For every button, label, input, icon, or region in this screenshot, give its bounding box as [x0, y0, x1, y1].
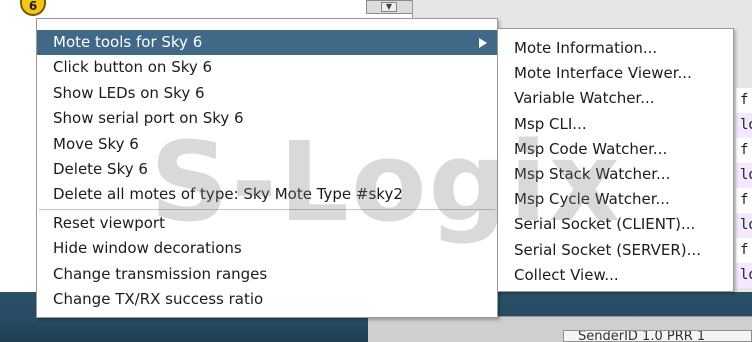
log-line: f	[740, 242, 749, 258]
log-line: f	[740, 142, 749, 158]
menu-item-label: Hide window decorations	[53, 239, 242, 258]
menu-item-label: Move Sky 6	[53, 134, 139, 153]
log-line: f	[740, 92, 749, 108]
log-line: lo	[736, 163, 752, 188]
menu-item-move-mote[interactable]: Move Sky 6	[37, 132, 497, 157]
menu-item-reset-viewport[interactable]: Reset viewport	[37, 211, 497, 236]
log-line: f	[740, 192, 749, 208]
mote-tools-submenu: Mote Information... Mote Interface Viewe…	[497, 28, 734, 292]
menu-item-hide-window-decorations[interactable]: Hide window decorations	[37, 236, 497, 261]
menu-item-change-txrx-success-ratio[interactable]: Change TX/RX success ratio	[37, 287, 497, 312]
menu-item-click-button[interactable]: Click button on Sky 6	[37, 55, 497, 80]
menu-item-label: Click button on Sky 6	[53, 58, 213, 77]
menu-item-label: Collect View...	[514, 265, 619, 284]
submenu-item-msp-cycle-watcher[interactable]: Msp Cycle Watcher...	[498, 187, 733, 212]
submenu-item-msp-code-watcher[interactable]: Msp Code Watcher...	[498, 137, 733, 162]
scroll-down-arrow-icon[interactable]: ▼	[381, 2, 397, 12]
log-listener: f lo f lo f lo f lo f	[736, 88, 752, 308]
submenu-item-msp-stack-watcher[interactable]: Msp Stack Watcher...	[498, 162, 733, 187]
menu-item-label: Msp Code Watcher...	[514, 139, 668, 158]
menu-item-label: Change TX/RX success ratio	[53, 289, 264, 308]
mote-context-menu: Mote tools for Sky 6 Click button on Sky…	[36, 18, 498, 318]
menu-item-delete-mote[interactable]: Delete Sky 6	[37, 157, 497, 182]
menu-item-label: Msp Cycle Watcher...	[514, 190, 670, 209]
menu-item-label: Delete all motes of type: Sky Mote Type …	[53, 185, 403, 204]
submenu-item-serial-socket-server[interactable]: Serial Socket (SERVER)...	[498, 238, 733, 263]
menu-item-label: Serial Socket (SERVER)...	[514, 240, 701, 259]
log-line: lo	[736, 213, 752, 238]
menu-item-label: Change transmission ranges	[53, 264, 268, 283]
menu-item-label: Mote tools for Sky 6	[53, 33, 203, 51]
menu-item-label: Reset viewport	[53, 213, 165, 232]
log-line: lo	[736, 113, 752, 138]
menu-item-label: Variable Watcher...	[514, 89, 655, 108]
menu-item-label: Msp Stack Watcher...	[514, 164, 671, 183]
submenu-item-mote-interface-viewer[interactable]: Mote Interface Viewer...	[498, 61, 733, 86]
menu-item-label: Show serial port on Sky 6	[53, 109, 244, 128]
submenu-item-mote-information[interactable]: Mote Information...	[498, 36, 733, 61]
menu-item-label: Mote Information...	[514, 39, 658, 57]
submenu-item-serial-socket-client[interactable]: Serial Socket (CLIENT)...	[498, 212, 733, 237]
menu-item-label: Mote Interface Viewer...	[514, 64, 692, 83]
status-bar: SenderID 1.0 PRR 1	[563, 330, 752, 342]
mote-node-6[interactable]: 6	[20, 0, 46, 16]
menu-item-mote-tools[interactable]: Mote tools for Sky 6	[37, 30, 497, 56]
menu-item-show-serial-port[interactable]: Show serial port on Sky 6	[37, 106, 497, 131]
horizontal-scrollbar[interactable]: ▼	[366, 0, 418, 14]
menu-separator	[39, 208, 495, 210]
submenu-arrow-icon	[479, 38, 487, 48]
submenu-item-collect-view[interactable]: Collect View...	[498, 263, 733, 288]
menu-item-label: Serial Socket (CLIENT)...	[514, 215, 696, 234]
menu-item-label: Show LEDs on Sky 6	[53, 83, 205, 102]
menu-item-label: Msp CLI...	[514, 114, 587, 133]
submenu-item-variable-watcher[interactable]: Variable Watcher...	[498, 86, 733, 111]
menu-item-change-transmission-ranges[interactable]: Change transmission ranges	[37, 262, 497, 287]
log-line: lo	[736, 263, 752, 288]
menu-item-show-leds[interactable]: Show LEDs on Sky 6	[37, 81, 497, 106]
menu-item-label: Delete Sky 6	[53, 159, 148, 178]
menu-item-delete-all-motes[interactable]: Delete all motes of type: Sky Mote Type …	[37, 182, 497, 207]
submenu-item-msp-cli[interactable]: Msp CLI...	[498, 112, 733, 137]
